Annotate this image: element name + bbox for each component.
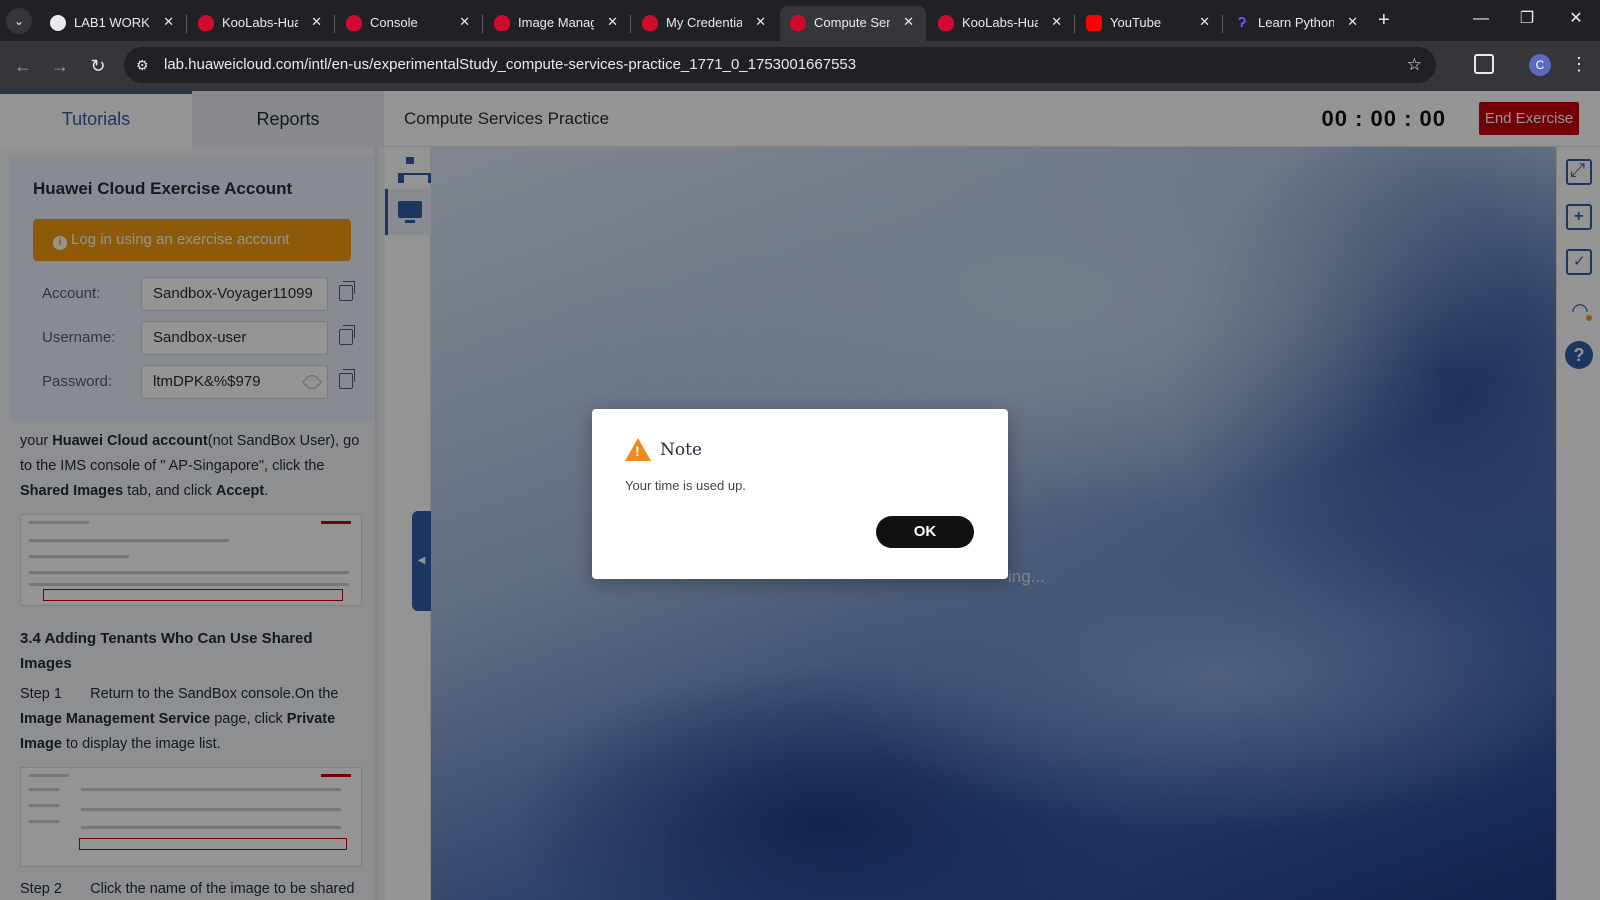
tab-divider bbox=[630, 15, 631, 33]
browser-tab[interactable]: KooLabs-Hua ✕ bbox=[188, 6, 335, 41]
profile-avatar[interactable]: C bbox=[1529, 54, 1551, 76]
close-icon[interactable]: ✕ bbox=[755, 14, 766, 30]
browser-toolbar: ← → ↻ ⚙ lab.huaweicloud.com/intl/en-us/e… bbox=[0, 41, 1600, 91]
tab-divider bbox=[1074, 15, 1075, 33]
ok-button[interactable]: OK bbox=[876, 516, 974, 548]
close-icon[interactable]: ✕ bbox=[1051, 14, 1062, 30]
browser-tab-title: Image Manag bbox=[518, 15, 594, 30]
browser-tab[interactable]: KooLabs-Hua ✕ bbox=[928, 6, 1075, 41]
new-tab-icon[interactable]: + bbox=[1378, 9, 1390, 31]
url-text[interactable]: lab.huaweicloud.com/intl/en-us/experimen… bbox=[164, 56, 856, 74]
address-bar[interactable]: ⚙ lab.huaweicloud.com/intl/en-us/experim… bbox=[124, 47, 1436, 83]
browser-tab[interactable]: YouTube ✕ bbox=[1076, 6, 1223, 41]
site-info-icon[interactable]: ⚙ bbox=[136, 57, 149, 73]
browser-tab-active[interactable]: Compute Ser ✕ bbox=[780, 6, 926, 41]
browser-tab-title: LAB1 WORKF bbox=[74, 15, 150, 30]
huawei-icon bbox=[198, 15, 214, 31]
browser-tab-title: Compute Ser bbox=[814, 15, 890, 30]
reload-icon[interactable]: ↻ bbox=[86, 54, 110, 78]
huawei-icon bbox=[346, 15, 362, 31]
dialog-title: Note bbox=[660, 440, 703, 460]
browser-tab[interactable]: Console ✕ bbox=[336, 6, 483, 41]
globe-icon bbox=[50, 15, 66, 31]
close-icon[interactable]: ✕ bbox=[163, 14, 174, 30]
window-close-icon[interactable]: ✕ bbox=[1564, 8, 1588, 30]
browser-menu-icon[interactable]: ⋮ bbox=[1570, 53, 1588, 75]
bookmark-star-icon[interactable]: ☆ bbox=[1407, 55, 1422, 75]
browser-tab[interactable]: My Credentia ✕ bbox=[632, 6, 778, 41]
huawei-icon bbox=[938, 15, 954, 31]
note-dialog: Note Your time is used up. OK bbox=[592, 409, 1008, 579]
warning-icon bbox=[625, 438, 651, 461]
browser-tab-title: YouTube bbox=[1110, 15, 1162, 30]
tab-divider bbox=[186, 15, 187, 33]
close-icon[interactable]: ✕ bbox=[459, 14, 470, 30]
huawei-icon bbox=[494, 15, 510, 31]
browser-tab[interactable]: LAB1 WORKF ✕ bbox=[40, 6, 187, 41]
close-icon[interactable]: ✕ bbox=[903, 14, 914, 30]
close-icon[interactable]: ✕ bbox=[311, 14, 322, 30]
python-icon: ʔ bbox=[1237, 14, 1247, 31]
tab-divider bbox=[482, 15, 483, 33]
browser-tab-bar: ⌄ LAB1 WORKF ✕ KooLabs-Hua ✕ Console ✕ I… bbox=[0, 0, 1600, 41]
lab-page: Tutorials Reports Compute Services Pract… bbox=[0, 91, 1600, 900]
back-icon[interactable]: ← bbox=[11, 54, 35, 78]
tab-divider bbox=[1222, 15, 1223, 33]
tab-divider bbox=[334, 15, 335, 33]
browser-tab-title: My Credentia bbox=[666, 15, 742, 30]
browser-tab[interactable]: ʔ Learn Python ✕ bbox=[1224, 6, 1370, 41]
browser-tab-title: KooLabs-Hua bbox=[962, 15, 1038, 30]
close-icon[interactable]: ✕ bbox=[1199, 14, 1210, 30]
tab-search-icon[interactable]: ⌄ bbox=[6, 8, 32, 34]
close-icon[interactable]: ✕ bbox=[607, 14, 618, 30]
restore-icon[interactable]: ❐ bbox=[1515, 8, 1539, 30]
minimize-icon[interactable]: — bbox=[1469, 8, 1493, 30]
huawei-icon bbox=[642, 15, 658, 31]
browser-tab-title: Console bbox=[370, 15, 418, 30]
huawei-icon bbox=[790, 15, 806, 31]
browser-tab[interactable]: Image Manag ✕ bbox=[484, 6, 631, 41]
youtube-icon bbox=[1086, 15, 1102, 31]
browser-tab-title: Learn Python bbox=[1258, 15, 1334, 30]
dialog-message: Your time is used up. bbox=[625, 478, 746, 493]
forward-icon[interactable]: → bbox=[48, 54, 72, 78]
close-icon[interactable]: ✕ bbox=[1347, 14, 1358, 30]
browser-tab-title: KooLabs-Hua bbox=[222, 15, 298, 30]
extensions-icon[interactable] bbox=[1474, 54, 1494, 74]
